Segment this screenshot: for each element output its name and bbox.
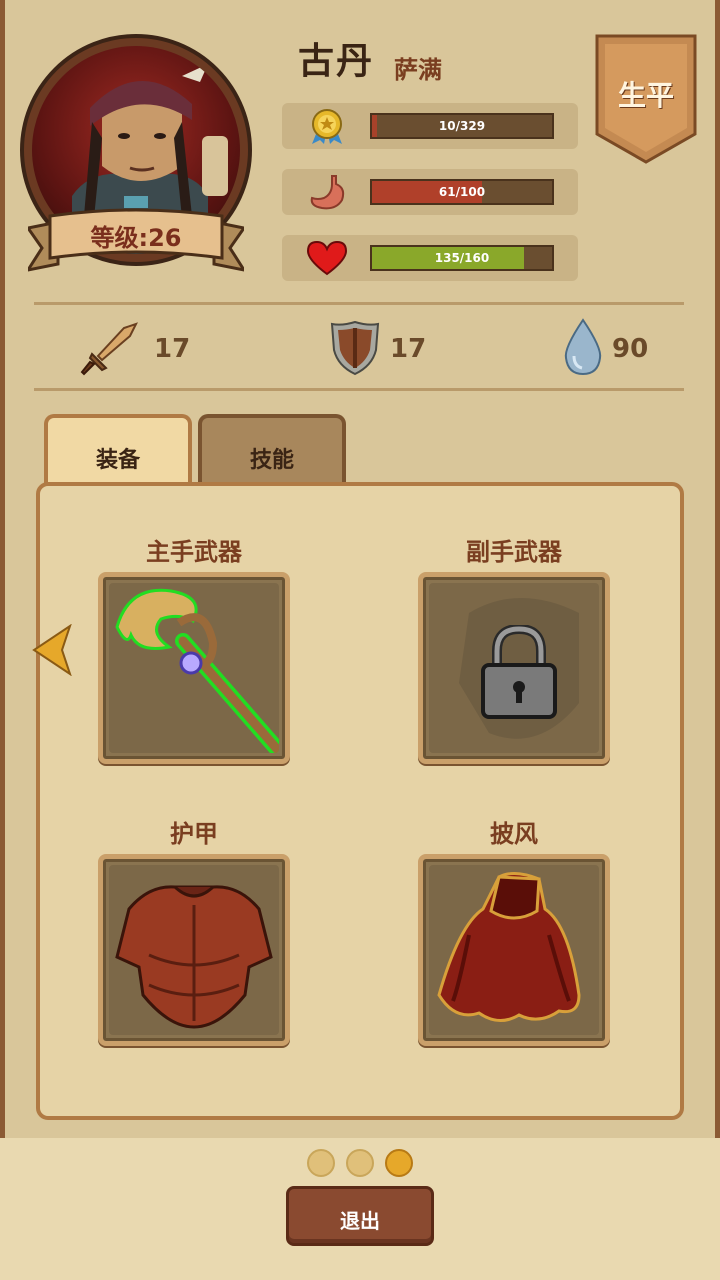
experience-row: 10/329: [282, 103, 578, 149]
shield-icon: [330, 320, 380, 376]
slot-off-hand[interactable]: [418, 572, 610, 764]
page-dot-2[interactable]: [346, 1149, 374, 1177]
tab-skills[interactable]: 技能: [198, 414, 346, 486]
health-row: 135/160: [282, 235, 578, 281]
page-dot-3[interactable]: [385, 1149, 413, 1177]
exit-button-label: 退出: [340, 1209, 380, 1233]
hunger-bar: 61/100: [370, 179, 554, 205]
slot-off-hand-inner: [429, 583, 599, 753]
slot-cloak-inner: [429, 865, 599, 1035]
divider-bottom: [34, 388, 684, 391]
armor-icon: [115, 885, 273, 1029]
exit-button[interactable]: 退出: [286, 1186, 434, 1246]
bio-button-label[interactable]: 生平: [595, 74, 697, 114]
level-label: 等级:26: [90, 224, 182, 252]
slot-main-hand-inner: [109, 583, 279, 753]
slot-armor-inner: [109, 865, 279, 1035]
health-text: 135/160: [434, 251, 490, 265]
defense-value: 17: [390, 334, 427, 364]
experience-text: 10/329: [438, 119, 486, 133]
experience-bar: 10/329: [370, 113, 554, 139]
hunger-text: 61/100: [438, 185, 486, 199]
character-name: 古丹: [298, 41, 375, 82]
arrow-left-icon[interactable]: [30, 624, 76, 676]
frame-left: [0, 0, 5, 1140]
cloak-icon: [437, 872, 581, 1022]
staff-icon: [115, 588, 279, 753]
stomach-icon: [310, 175, 345, 210]
slot-cloak-title: 披风: [490, 820, 538, 848]
lock-icon: [481, 625, 557, 719]
page-dot-1[interactable]: [307, 1149, 335, 1177]
character-class: 萨满: [394, 56, 442, 84]
heart-icon: [306, 240, 348, 276]
slot-cloak[interactable]: [418, 854, 610, 1046]
tab-equipment-label: 装备: [95, 448, 140, 473]
slot-main-hand[interactable]: [98, 572, 290, 764]
medal-icon: [312, 109, 342, 144]
water-drop-icon: [564, 318, 602, 376]
water-value: 90: [612, 334, 649, 364]
slot-armor[interactable]: [98, 854, 290, 1046]
health-bar: 135/160: [370, 245, 554, 271]
hunger-row: 61/100: [282, 169, 578, 215]
tab-skills-label: 技能: [249, 448, 294, 473]
attack-value: 17: [154, 334, 191, 364]
frame-right: [715, 0, 720, 1140]
slot-armor-title: 护甲: [170, 820, 218, 848]
tab-equipment[interactable]: 装备: [44, 414, 192, 486]
slot-main-hand-title: 主手武器: [146, 538, 242, 566]
sword-icon: [80, 322, 138, 376]
divider-top: [34, 302, 684, 305]
slot-off-hand-title: 副手武器: [466, 538, 562, 566]
